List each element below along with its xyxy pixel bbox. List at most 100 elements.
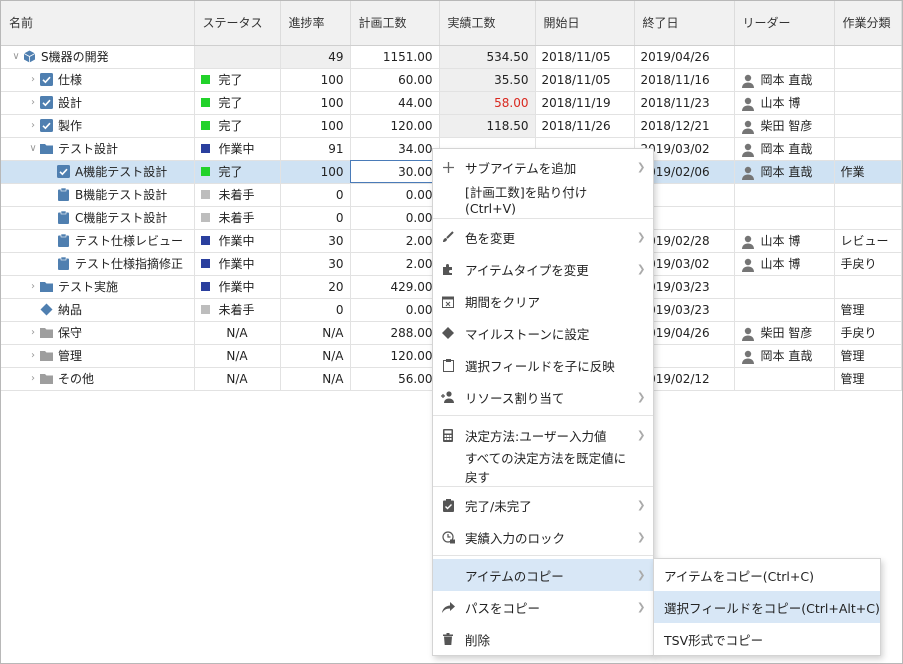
cell-leader[interactable]: 岡本 直哉 xyxy=(734,68,835,92)
menu-reset-methods[interactable]: すべての決定方法を既定値に戻す xyxy=(433,451,653,485)
cell-plan[interactable]: 44.00 xyxy=(350,91,440,115)
cell-start[interactable]: 2018/11/05 xyxy=(535,45,635,69)
cell-name[interactable]: A機能テスト設計 xyxy=(1,160,195,184)
cell-progress[interactable]: N/A xyxy=(280,344,351,368)
submenu-copy-selected-fields[interactable]: 選択フィールドをコピー(Ctrl+Alt+C) xyxy=(654,591,880,623)
cell-status[interactable]: N/A xyxy=(194,321,281,345)
cell-plan[interactable]: 0.00 xyxy=(350,206,440,230)
menu-clear-period[interactable]: 期間をクリア xyxy=(433,285,653,317)
cell-end[interactable]: 2018/11/23 xyxy=(634,91,735,115)
cell-progress[interactable]: 100 xyxy=(280,68,351,92)
cell-progress[interactable]: 49 xyxy=(280,45,351,69)
cell-category[interactable]: 手戻り xyxy=(834,252,902,276)
cell-category[interactable]: 管理 xyxy=(834,367,902,391)
cell-leader[interactable] xyxy=(734,183,835,207)
chevron-right-icon[interactable]: › xyxy=(26,97,40,108)
cell-category[interactable]: 管理 xyxy=(834,344,902,368)
col-header-progress[interactable]: 進捗率 xyxy=(280,1,351,46)
cell-plan[interactable]: 288.00 xyxy=(350,321,440,345)
cell-start[interactable]: 2018/11/26 xyxy=(535,114,635,138)
menu-add-subitem[interactable]: サブアイテムを追加 ❯ xyxy=(433,151,653,183)
cell-category[interactable] xyxy=(834,91,902,115)
cell-plan[interactable]: 60.00 xyxy=(350,68,440,92)
cell-progress[interactable]: 0 xyxy=(280,298,351,322)
cell-category[interactable] xyxy=(834,206,902,230)
cell-category[interactable] xyxy=(834,275,902,299)
cell-start[interactable]: 2018/11/05 xyxy=(535,68,635,92)
cell-name[interactable]: C機能テスト設計 xyxy=(1,206,195,230)
col-header-end[interactable]: 終了日 xyxy=(634,1,735,46)
cell-name[interactable]: › 仕様 xyxy=(1,68,195,92)
cell-leader[interactable] xyxy=(734,367,835,391)
menu-complete-toggle[interactable]: 完了/未完了 ❯ xyxy=(433,489,653,521)
table-row[interactable]: › 設計 完了 100 44.00 58.00 2018/11/19 2018/11/23 山本… xyxy=(1,91,902,115)
chevron-right-icon[interactable]: › xyxy=(26,120,40,131)
table-row[interactable]: ∨ S機器の開発 49 1151.00 534.50 2018/11/05 2019/04/… xyxy=(1,45,902,69)
cell-category[interactable] xyxy=(834,137,902,161)
cell-plan[interactable]: 0.00 xyxy=(350,298,440,322)
cell-progress[interactable]: N/A xyxy=(280,367,351,391)
cell-plan[interactable]: 120.00 xyxy=(350,344,440,368)
chevron-right-icon[interactable]: › xyxy=(26,327,40,338)
cell-name[interactable]: › 製作 xyxy=(1,114,195,138)
cell-progress[interactable]: 20 xyxy=(280,275,351,299)
cell-name[interactable]: B機能テスト設計 xyxy=(1,183,195,207)
cell-name[interactable]: › 設計 xyxy=(1,91,195,115)
cell-status[interactable]: 完了 xyxy=(194,91,281,115)
menu-decision-method[interactable]: 決定方法:ユーザー入力値 ❯ xyxy=(433,419,653,451)
cell-plan[interactable]: 56.00 xyxy=(350,367,440,391)
chevron-right-icon[interactable]: › xyxy=(26,74,40,85)
menu-copy-item[interactable]: アイテムのコピー ❯ xyxy=(433,559,653,591)
cell-leader[interactable]: 岡本 直哉 xyxy=(734,344,835,368)
cell-plan[interactable]: 0.00 xyxy=(350,183,440,207)
cell-category[interactable] xyxy=(834,114,902,138)
cell-name[interactable]: ∨ テスト設計 xyxy=(1,137,195,161)
chevron-down-icon[interactable]: ∨ xyxy=(9,51,23,62)
cell-status[interactable]: N/A xyxy=(194,367,281,391)
cell-leader[interactable] xyxy=(734,275,835,299)
cell-leader[interactable] xyxy=(734,206,835,230)
cell-progress[interactable]: 100 xyxy=(280,160,351,184)
cell-leader[interactable]: 柴田 智彦 xyxy=(734,321,835,345)
cell-progress[interactable]: 30 xyxy=(280,229,351,253)
cell-status[interactable]: 完了 xyxy=(194,160,281,184)
cell-end[interactable]: 2019/04/26 xyxy=(634,45,735,69)
col-header-plan[interactable]: 計画工数 xyxy=(350,1,440,46)
cell-progress[interactable]: 91 xyxy=(280,137,351,161)
menu-copy-path[interactable]: パスをコピー ❯ xyxy=(433,591,653,623)
cell-name[interactable]: テスト仕様レビュー xyxy=(1,229,195,253)
cell-leader[interactable]: 山本 博 xyxy=(734,91,835,115)
cell-name[interactable]: テスト仕様指摘修正 xyxy=(1,252,195,276)
cell-status[interactable]: 作業中 xyxy=(194,252,281,276)
cell-status[interactable]: 完了 xyxy=(194,114,281,138)
chevron-right-icon[interactable]: › xyxy=(26,373,40,384)
cell-status[interactable]: 未着手 xyxy=(194,206,281,230)
col-header-name[interactable]: 名前 xyxy=(1,1,195,46)
cell-plan[interactable]: 2.00 xyxy=(350,252,440,276)
cell-category[interactable]: レビュー xyxy=(834,229,902,253)
cell-status[interactable]: 未着手 xyxy=(194,183,281,207)
menu-delete[interactable]: 削除 xyxy=(433,623,653,655)
cell-name[interactable]: › 管理 xyxy=(1,344,195,368)
cell-name[interactable]: › 保守 xyxy=(1,321,195,345)
cell-name[interactable]: › その他 xyxy=(1,367,195,391)
menu-lock-actual[interactable]: 実績入力のロック ❯ xyxy=(433,521,653,553)
cell-actual[interactable]: 58.00 xyxy=(439,91,536,115)
cell-progress[interactable]: 100 xyxy=(280,114,351,138)
cell-status[interactable] xyxy=(194,45,281,69)
cell-category[interactable] xyxy=(834,45,902,69)
cell-progress[interactable]: 100 xyxy=(280,91,351,115)
cell-plan[interactable]: 120.00 xyxy=(350,114,440,138)
col-header-category[interactable]: 作業分類 xyxy=(834,1,902,46)
col-header-actual[interactable]: 実績工数 xyxy=(439,1,536,46)
menu-change-type[interactable]: アイテムタイプを変更 ❯ xyxy=(433,253,653,285)
cell-status[interactable]: 作業中 xyxy=(194,275,281,299)
cell-category[interactable]: 管理 xyxy=(834,298,902,322)
chevron-down-icon[interactable]: ∨ xyxy=(26,143,40,154)
col-header-start[interactable]: 開始日 xyxy=(535,1,635,46)
cell-leader[interactable]: 岡本 直哉 xyxy=(734,137,835,161)
col-header-leader[interactable]: リーダー xyxy=(734,1,835,46)
cell-plan[interactable]: 1151.00 xyxy=(350,45,440,69)
cell-status[interactable]: N/A xyxy=(194,344,281,368)
cell-plan[interactable]: 34.00 xyxy=(350,137,440,161)
